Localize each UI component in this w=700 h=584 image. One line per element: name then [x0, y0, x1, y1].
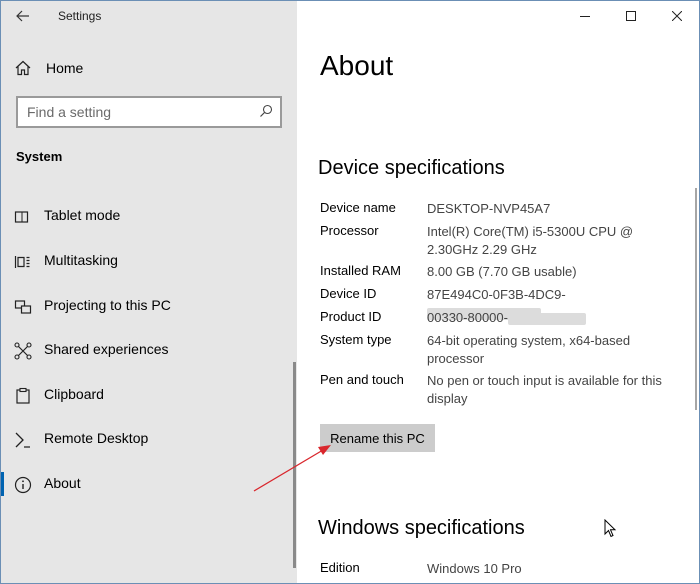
spec-value: DESKTOP-NVP45A7 — [427, 201, 551, 216]
minimize-button[interactable] — [562, 0, 608, 32]
spec-label: System type — [320, 332, 392, 347]
section-title: System — [16, 149, 63, 164]
sidebar-item-label: Remote Desktop — [44, 430, 149, 446]
close-button[interactable] — [654, 0, 700, 32]
spec-value: Windows 10 Pro — [427, 561, 522, 576]
sidebar-item-label: Multitasking — [44, 252, 118, 268]
spec-label: Device name — [320, 200, 396, 215]
window-controls — [562, 0, 700, 32]
home-icon — [15, 60, 31, 76]
search-input[interactable]: Find a setting — [16, 96, 282, 128]
sidebar-item-clipboard[interactable]: Clipboard — [0, 375, 290, 415]
content-pane: About Device specifications Device name … — [297, 0, 700, 584]
tablet-mode-icon — [14, 211, 29, 223]
shared-experiences-icon — [14, 342, 32, 360]
spec-value-wrap: 00330-80000- — [427, 309, 677, 327]
sidebar-item-tablet-mode[interactable]: Tablet mode — [0, 196, 290, 236]
multitasking-icon — [14, 256, 30, 268]
app-title: Settings — [58, 9, 102, 23]
nav-home[interactable]: Home — [14, 56, 83, 80]
minimize-icon — [580, 16, 590, 17]
sidebar-item-label: About — [44, 475, 81, 491]
spec-label: Installed RAM — [320, 263, 401, 278]
sidebar-item-multitasking[interactable]: Multitasking — [0, 241, 290, 281]
clipboard-icon — [16, 387, 30, 404]
nav-home-label: Home — [46, 60, 84, 76]
search-icon — [260, 104, 273, 117]
sidebar: Settings Home Find a setting System Tabl… — [0, 0, 297, 584]
back-button[interactable] — [10, 4, 36, 28]
device-specs-heading: Device specifications — [318, 157, 505, 179]
spec-label: Pen and touch — [320, 372, 404, 387]
maximize-icon — [626, 11, 636, 21]
mouse-cursor-icon — [604, 519, 617, 538]
sidebar-scrollbar[interactable] — [293, 362, 296, 568]
windows-specs-heading: Windows specifications — [318, 517, 525, 539]
spec-value: No pen or touch input is available for t… — [427, 373, 662, 406]
content-scrollbar[interactable] — [695, 188, 697, 410]
spec-value: 64-bit operating system, x64-based proce… — [427, 333, 631, 366]
remote-desktop-icon — [15, 432, 30, 448]
projecting-icon — [14, 300, 32, 314]
sidebar-item-label: Tablet mode — [44, 207, 121, 223]
spec-label: Product ID — [320, 309, 382, 324]
page-title: About — [320, 50, 394, 81]
spec-value: 87E494C0-0F3B-4DC9- — [427, 287, 566, 302]
spec-label: Edition — [320, 560, 360, 575]
sidebar-item-about[interactable]: About — [0, 464, 290, 504]
spec-value: Intel(R) Core(TM) i5-5300U CPU @ 2.30GHz… — [427, 224, 634, 257]
sidebar-item-shared-experiences[interactable]: Shared experiences — [0, 330, 290, 370]
redacted-blur — [507, 312, 586, 325]
sidebar-item-remote-desktop[interactable]: Remote Desktop — [0, 419, 290, 459]
spec-value: 00330-80000- — [427, 310, 508, 325]
spec-value: 8.00 GB (7.70 GB usable) — [427, 264, 577, 279]
maximize-button[interactable] — [608, 0, 654, 32]
sidebar-item-label: Clipboard — [44, 386, 104, 402]
close-icon — [672, 11, 682, 21]
rename-pc-button[interactable]: Rename this PC — [320, 424, 435, 452]
sidebar-item-label: Projecting to this PC — [44, 297, 171, 313]
spec-label: Processor — [320, 223, 379, 238]
info-icon — [14, 476, 32, 494]
back-arrow-icon — [16, 10, 29, 22]
sidebar-item-projecting[interactable]: Projecting to this PC — [0, 286, 290, 326]
sidebar-item-label: Shared experiences — [44, 341, 169, 357]
spec-label: Device ID — [320, 286, 377, 301]
search-placeholder: Find a setting — [27, 104, 112, 120]
